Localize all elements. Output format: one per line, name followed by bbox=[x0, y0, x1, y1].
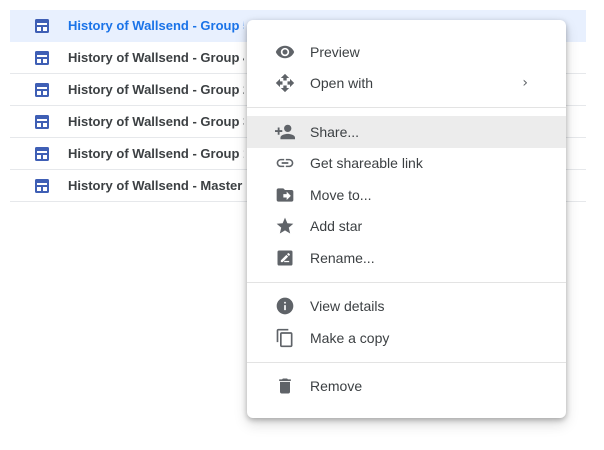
form-icon bbox=[35, 146, 49, 161]
menu-item-label: Move to... bbox=[310, 186, 372, 203]
menu-item-label: Open with bbox=[310, 75, 374, 92]
file-name: History of Wallsend - Group 2 bbox=[68, 82, 244, 97]
move-folder-icon bbox=[274, 184, 296, 206]
menu-item-move-to[interactable]: Move to... bbox=[247, 179, 566, 211]
context-menu: Preview Open with › Share... Get shareab… bbox=[247, 20, 566, 418]
link-icon bbox=[274, 152, 296, 174]
copy-icon bbox=[274, 327, 296, 349]
file-name: History of Wallsend - Group 5 bbox=[68, 18, 244, 33]
menu-item-label: Get shareable link bbox=[310, 155, 423, 172]
menu-item-remove[interactable]: Remove bbox=[247, 371, 566, 403]
trash-icon bbox=[274, 375, 296, 397]
menu-item-label: Remove bbox=[310, 378, 363, 395]
menu-item-label: Add star bbox=[310, 218, 363, 235]
menu-divider bbox=[247, 361, 566, 363]
menu-divider bbox=[247, 281, 566, 283]
menu-item-label: Rename... bbox=[310, 249, 375, 266]
pencil-icon bbox=[274, 247, 296, 269]
menu-item-label: View details bbox=[310, 298, 385, 315]
eye-icon bbox=[274, 41, 296, 63]
file-name: History of Wallsend - Group 1 bbox=[68, 146, 244, 161]
info-icon bbox=[274, 295, 296, 317]
star-icon bbox=[274, 215, 296, 237]
menu-item-view-details[interactable]: View details bbox=[247, 291, 566, 323]
chevron-right-icon: › bbox=[522, 74, 528, 91]
menu-item-open-with[interactable]: Open with › bbox=[247, 68, 566, 100]
menu-divider bbox=[247, 107, 566, 108]
form-icon bbox=[35, 18, 49, 33]
menu-item-label: Make a copy bbox=[310, 329, 390, 346]
file-name: History of Wallsend - Group 4 bbox=[68, 50, 244, 65]
menu-item-add-star[interactable]: Add star bbox=[247, 211, 566, 243]
file-name: History of Wallsend - Group 3 bbox=[68, 114, 244, 129]
form-icon bbox=[35, 114, 49, 129]
menu-item-preview[interactable]: Preview bbox=[247, 36, 566, 68]
form-icon bbox=[35, 82, 49, 97]
menu-item-make-a-copy[interactable]: Make a copy bbox=[247, 322, 566, 354]
menu-item-label: Preview bbox=[310, 43, 360, 60]
menu-item-rename[interactable]: Rename... bbox=[247, 242, 566, 274]
add-person-icon bbox=[274, 121, 296, 143]
menu-item-label: Share... bbox=[310, 123, 360, 140]
menu-item-get-shareable-link[interactable]: Get shareable link bbox=[247, 148, 566, 180]
file-name: History of Wallsend - Master co bbox=[68, 178, 244, 193]
move-arrows-icon bbox=[274, 72, 296, 94]
form-icon bbox=[35, 50, 49, 65]
menu-item-share[interactable]: Share... bbox=[247, 116, 566, 148]
form-icon bbox=[35, 178, 49, 193]
